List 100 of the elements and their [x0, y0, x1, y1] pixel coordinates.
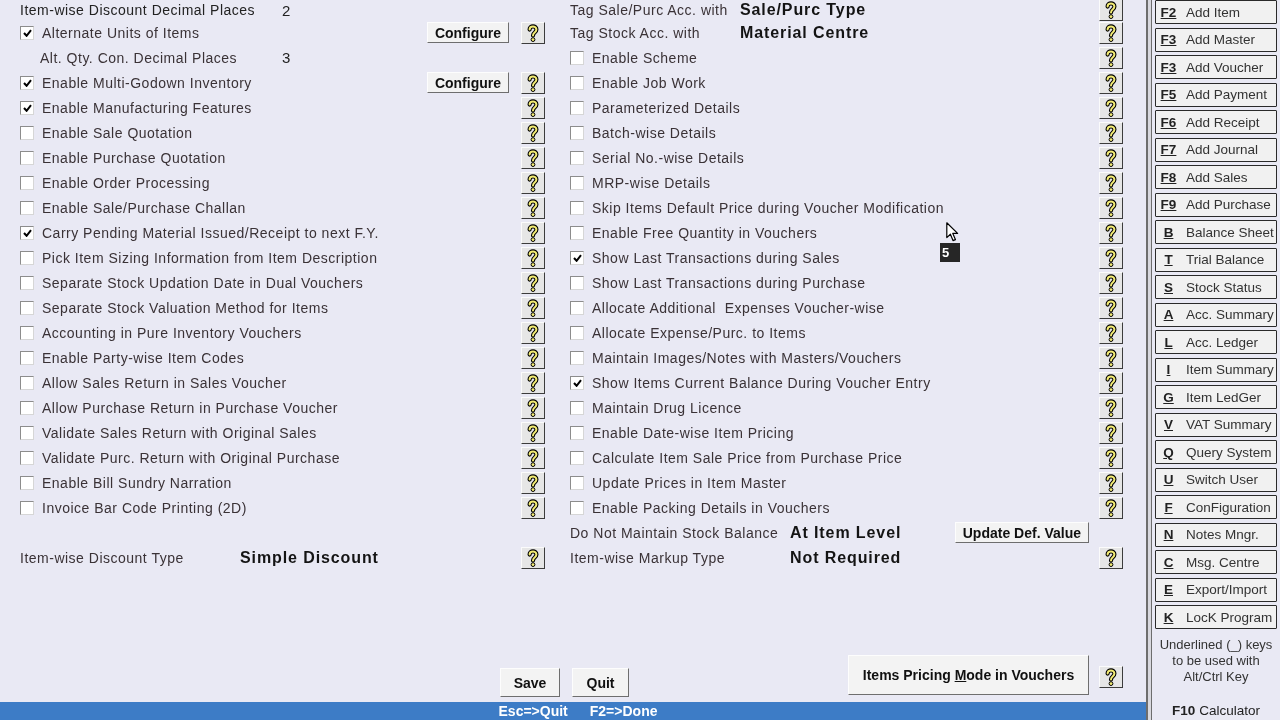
help-button[interactable] [1099, 321, 1123, 344]
checkbox[interactable] [570, 175, 584, 190]
help-button[interactable] [521, 271, 545, 294]
help-button[interactable] [521, 121, 545, 144]
checkbox[interactable] [570, 475, 584, 490]
checkbox[interactable] [570, 425, 584, 440]
shortcut-button[interactable]: F3 Add Master [1155, 27, 1277, 52]
shortcut-button[interactable]: F5 Add Payment [1155, 82, 1277, 107]
shortcut-button[interactable]: Q Query System [1155, 440, 1277, 464]
shortcut-button[interactable]: I Item Summary [1155, 357, 1277, 382]
checkbox[interactable] [570, 400, 584, 415]
save-button[interactable]: Save [500, 668, 560, 697]
help-button[interactable] [1099, 496, 1123, 519]
help-button[interactable] [521, 371, 545, 394]
help-button[interactable] [521, 296, 545, 319]
checkbox[interactable] [20, 325, 34, 340]
configure-button[interactable]: Configure [426, 22, 509, 43]
checkbox[interactable] [20, 500, 34, 515]
help-button[interactable] [1099, 96, 1123, 119]
help-button[interactable] [521, 346, 545, 369]
help-button[interactable] [521, 171, 545, 194]
update-value-button[interactable]: Update Def. Value [954, 522, 1089, 543]
shortcut-button[interactable]: C Msg. Centre [1155, 550, 1277, 574]
help-button[interactable] [1099, 446, 1123, 469]
help-button[interactable] [1099, 346, 1123, 369]
help-button[interactable] [521, 321, 545, 344]
help-button[interactable] [1099, 146, 1123, 169]
shortcut-button[interactable]: E Export/Import [1155, 577, 1277, 602]
shortcut-button[interactable]: F8 Add Sales [1155, 165, 1277, 189]
checkbox[interactable] [570, 375, 584, 390]
help-button[interactable] [521, 21, 545, 44]
checkbox[interactable] [20, 225, 34, 240]
checkbox[interactable] [570, 200, 584, 215]
shortcut-button[interactable]: K LocK Program [1155, 605, 1277, 629]
checkbox[interactable] [20, 25, 34, 40]
help-button[interactable] [1099, 46, 1123, 69]
checkbox[interactable] [20, 75, 34, 90]
checkbox[interactable] [570, 150, 584, 165]
shortcut-button[interactable]: F2 Add Item [1155, 0, 1277, 24]
checkbox[interactable] [570, 225, 584, 240]
checkbox[interactable] [20, 450, 34, 465]
checkbox[interactable] [20, 200, 34, 215]
checkbox[interactable] [570, 450, 584, 465]
shortcut-button[interactable]: S Stock Status [1155, 275, 1277, 299]
checkbox[interactable] [20, 150, 34, 165]
pricing-mode-button[interactable]: Items Pricing Mode in Vouchers [848, 655, 1089, 695]
checkbox[interactable] [570, 350, 584, 365]
checkbox[interactable] [20, 250, 34, 265]
help-button[interactable] [521, 496, 545, 519]
checkbox[interactable] [20, 175, 34, 190]
checkbox[interactable] [20, 425, 34, 440]
checkbox[interactable] [20, 400, 34, 415]
checkbox[interactable] [20, 125, 34, 140]
help-button[interactable] [1099, 221, 1123, 244]
help-button[interactable] [521, 221, 545, 244]
help-button[interactable] [1099, 396, 1123, 419]
configure-button[interactable]: Configure [426, 72, 509, 93]
help-button[interactable] [1099, 546, 1123, 569]
shortcut-button[interactable]: U Switch User [1155, 467, 1277, 492]
shortcut-button[interactable]: L Acc. Ledger [1155, 330, 1277, 354]
shortcut-button[interactable]: A Acc. Summary [1155, 302, 1277, 327]
checkbox[interactable] [570, 500, 584, 515]
checkbox[interactable] [570, 300, 584, 315]
help-button[interactable] [1099, 246, 1123, 269]
help-button[interactable] [521, 146, 545, 169]
shortcut-button[interactable]: F9 Add Purchase [1155, 192, 1277, 217]
shortcut-button[interactable]: B Balance Sheet [1155, 220, 1277, 244]
checkbox[interactable] [570, 275, 584, 290]
help-button[interactable] [1099, 371, 1123, 394]
help-button[interactable] [521, 421, 545, 444]
help-button[interactable] [521, 546, 545, 569]
quit-button[interactable]: Quit [572, 668, 629, 697]
shortcut-button[interactable]: V VAT Summary [1155, 412, 1277, 437]
shortcut-button[interactable]: N Notes Mngr. [1155, 522, 1277, 547]
help-button[interactable] [1099, 0, 1123, 21]
checkbox[interactable] [570, 125, 584, 140]
shortcut-button[interactable]: F3 Add Voucher [1155, 55, 1277, 79]
shortcut-button[interactable]: F ConFiguration [1155, 495, 1277, 519]
help-button[interactable] [1099, 196, 1123, 219]
help-button[interactable] [1099, 471, 1123, 494]
help-button[interactable] [1099, 171, 1123, 194]
help-button[interactable] [521, 71, 545, 94]
checkbox[interactable] [20, 100, 34, 115]
help-button[interactable] [1099, 421, 1123, 444]
shortcut-button[interactable]: F7 Add Journal [1155, 137, 1277, 162]
shortcut-button[interactable]: F6 Add Receipt [1155, 110, 1277, 134]
checkbox[interactable] [570, 325, 584, 340]
checkbox[interactable] [20, 375, 34, 390]
help-button[interactable] [1099, 666, 1123, 688]
checkbox[interactable] [570, 75, 584, 90]
shortcut-button[interactable]: G Item LedGer [1155, 385, 1277, 409]
help-button[interactable] [521, 96, 545, 119]
checkbox[interactable] [570, 50, 584, 65]
help-button[interactable] [1099, 121, 1123, 144]
shortcut-button[interactable]: T Trial Balance [1155, 247, 1277, 272]
checkbox[interactable] [20, 275, 34, 290]
help-button[interactable] [521, 246, 545, 269]
checkbox[interactable] [570, 100, 584, 115]
help-button[interactable] [1099, 21, 1123, 44]
help-button[interactable] [1099, 71, 1123, 94]
